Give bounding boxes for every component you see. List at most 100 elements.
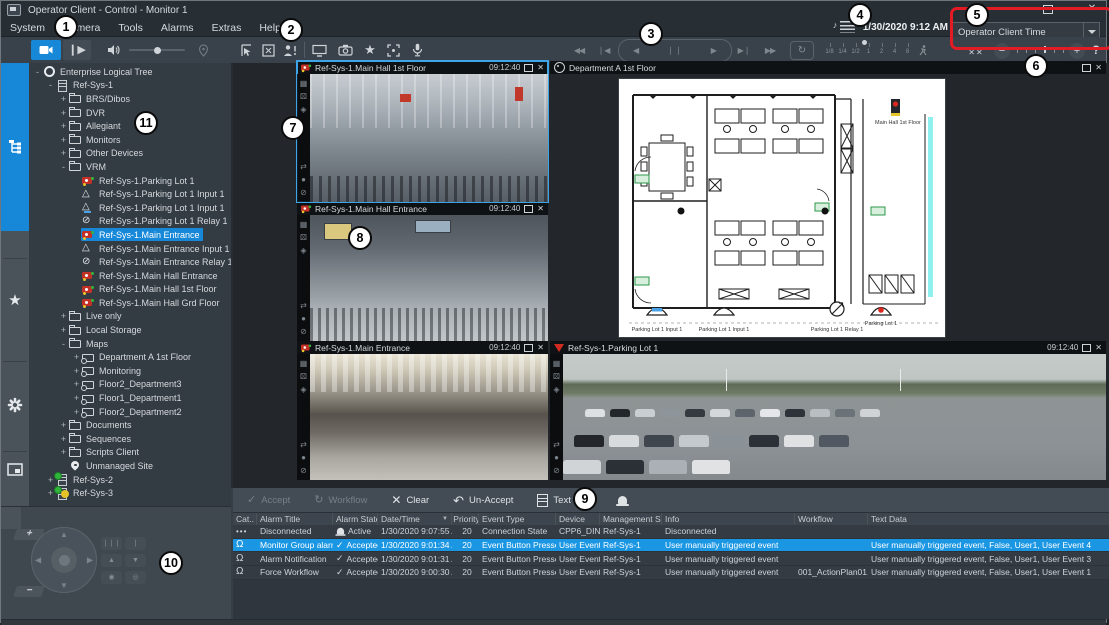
maximize-pane-icon[interactable] bbox=[1082, 343, 1092, 352]
close-pane-icon[interactable]: ✕ bbox=[1095, 63, 1102, 72]
tree-item[interactable]: Ref-Sys-1.Parking Lot 1 Input 1 bbox=[29, 187, 231, 201]
close-all-panes-button[interactable]: ✕✕ bbox=[967, 45, 985, 59]
record-dot-icon[interactable]: ● bbox=[301, 173, 306, 186]
expand-icon[interactable]: + bbox=[59, 94, 68, 104]
expand-icon[interactable]: + bbox=[72, 352, 81, 362]
column-header-event-type[interactable]: Event Type bbox=[479, 513, 556, 525]
iris-open-button[interactable]: ▲ bbox=[101, 554, 122, 567]
mosaic-icon[interactable]: ⚄ bbox=[300, 231, 307, 244]
close-button[interactable]: ✕ bbox=[1084, 3, 1100, 15]
volume-slider[interactable] bbox=[129, 46, 185, 54]
gem-icon[interactable]: ◈ bbox=[300, 383, 306, 396]
column-header-category[interactable]: Cat.. bbox=[233, 513, 257, 525]
mosaic-icon[interactable]: ⚄ bbox=[553, 370, 560, 383]
menu-extras[interactable]: Extras bbox=[203, 19, 251, 36]
mosaic-icon[interactable]: ⚄ bbox=[300, 370, 307, 383]
collapse-icon[interactable]: - bbox=[59, 162, 68, 172]
tree-item[interactable]: + Floor2_Department2 bbox=[29, 405, 231, 419]
favorite-button[interactable]: ★ bbox=[361, 41, 379, 59]
expand-icon[interactable]: + bbox=[59, 108, 68, 118]
maximize-pane-icon[interactable] bbox=[524, 343, 534, 352]
tree-item[interactable]: + Scripts Client bbox=[29, 446, 231, 460]
alarm-row[interactable]: ••• Disconnected Active1/30/2020 9:07:55 A… bbox=[233, 525, 1109, 539]
preset-save-button[interactable]: ◉ bbox=[101, 571, 122, 584]
alarm-row[interactable]: Ω Force Workflow ✓Accepted1/30/2020 9:00:3… bbox=[233, 566, 1109, 580]
speed-marker[interactable] bbox=[862, 40, 867, 45]
column-header-device[interactable]: Device bbox=[556, 513, 600, 525]
intercom-button[interactable] bbox=[408, 41, 426, 59]
ptz-left-icon[interactable]: ◀ bbox=[35, 556, 41, 565]
filter-icon[interactable]: ▼ bbox=[442, 516, 448, 522]
record-dot-icon[interactable]: ● bbox=[301, 312, 306, 325]
pane-count-slider[interactable] bbox=[1017, 46, 1064, 53]
focus-far-button[interactable]: ❘❘❘ bbox=[101, 537, 122, 550]
zoom-out-button[interactable]: − bbox=[13, 585, 45, 597]
expand-icon[interactable]: + bbox=[59, 325, 68, 335]
ptz-right-icon[interactable]: ▶ bbox=[87, 556, 93, 565]
expand-icon[interactable]: + bbox=[72, 379, 81, 389]
tree-item[interactable]: - Enterprise Logical Tree bbox=[29, 65, 231, 79]
playback-mode-button[interactable]: ❙▶ bbox=[63, 40, 91, 60]
alarm-row[interactable]: Ω Alarm Notification ✓Accepted1/30/2020 9:… bbox=[233, 552, 1109, 567]
gem-icon[interactable]: ◈ bbox=[300, 103, 306, 116]
expand-icon[interactable]: + bbox=[59, 420, 68, 430]
audio-button[interactable] bbox=[105, 42, 123, 58]
dewarp-icon[interactable]: ▦ bbox=[553, 357, 561, 370]
tree-item[interactable]: - Maps bbox=[29, 337, 231, 351]
expand-icon[interactable]: + bbox=[59, 135, 68, 145]
image-pane-main-hall-entrance[interactable]: Ref-Sys-1.Main Hall Entrance 09:12:40 ✕ … bbox=[297, 202, 548, 341]
floor-plan[interactable]: Main Hall 1st Floor Parking Lot 1 Input … bbox=[618, 78, 946, 338]
tree-item[interactable]: Ref-Sys-1.Main Hall 1st Floor bbox=[29, 283, 231, 297]
live-mode-button[interactable] bbox=[31, 40, 61, 60]
tree-item[interactable]: + Floor2_Department3 bbox=[29, 378, 231, 392]
accept-alarm-button[interactable]: ✓ Accept bbox=[247, 494, 290, 506]
record-dot-icon[interactable]: ● bbox=[554, 451, 559, 464]
close-pane-icon[interactable]: ✕ bbox=[537, 63, 544, 72]
tree-item[interactable]: + BRS/Dibos bbox=[29, 92, 231, 106]
tree-item[interactable]: + DVR bbox=[29, 106, 231, 120]
hardcopy-button[interactable] bbox=[309, 41, 329, 59]
un-accept-alarm-button[interactable]: ↶ Un-Accept bbox=[453, 494, 513, 507]
menu-tools[interactable]: Tools bbox=[109, 19, 152, 36]
dewarp-icon[interactable]: ▦ bbox=[300, 218, 308, 231]
tree-item[interactable]: Ref-Sys-1.Main Hall Entrance bbox=[29, 269, 231, 283]
mic-muted-icon[interactable]: ⊘ bbox=[300, 186, 307, 199]
menu-alarms[interactable]: Alarms bbox=[152, 19, 203, 36]
maximize-button[interactable] bbox=[1040, 3, 1056, 15]
fast-rewind-button[interactable]: ◀◀ bbox=[567, 42, 591, 58]
tree-item[interactable]: + Allegiant bbox=[29, 119, 231, 133]
step-end-button[interactable]: ▶❘ bbox=[734, 42, 754, 58]
menu-system[interactable]: System bbox=[1, 19, 54, 36]
pause-button[interactable]: ❘❘ bbox=[667, 46, 682, 55]
tree-item[interactable]: + Monitors bbox=[29, 133, 231, 147]
sequence-icon[interactable]: ⇄ bbox=[300, 160, 307, 173]
tree-item[interactable]: Ref-Sys-1.Main Entrance Relay 1 bbox=[29, 255, 231, 269]
more-panes-button[interactable]: + bbox=[1069, 43, 1085, 59]
help-button[interactable]: ? bbox=[1089, 42, 1103, 58]
tree-item[interactable]: + Monitoring bbox=[29, 364, 231, 378]
expand-icon[interactable]: + bbox=[72, 407, 81, 417]
collapse-icon[interactable]: - bbox=[33, 67, 42, 77]
ptz-joystick[interactable]: ▲ ▼ ◀ ▶ bbox=[31, 527, 97, 593]
column-header-workflow[interactable]: Workflow bbox=[795, 513, 868, 525]
expand-icon[interactable]: + bbox=[59, 148, 68, 158]
expand-icon[interactable]: + bbox=[59, 311, 68, 321]
sequence-icon[interactable]: ⇄ bbox=[553, 438, 560, 451]
maximize-pane-icon[interactable] bbox=[524, 204, 534, 213]
column-header-alarm-state[interactable]: Alarm State bbox=[333, 513, 378, 525]
mic-muted-icon[interactable]: ⊘ bbox=[300, 325, 307, 338]
map-pane-department-a[interactable]: Department A 1st Floor ✕ Main Hall 1st F… bbox=[550, 61, 1106, 341]
close-pane-icon[interactable]: ✕ bbox=[537, 204, 544, 213]
workflow-button[interactable]: ↻ Workflow bbox=[314, 494, 367, 506]
map-pin-button[interactable] bbox=[195, 42, 211, 58]
tree-item[interactable]: + Other Devices bbox=[29, 147, 231, 161]
alarm-audio-button[interactable] bbox=[615, 496, 629, 506]
record-dot-icon[interactable]: ● bbox=[301, 451, 306, 464]
collapse-icon[interactable]: - bbox=[46, 80, 55, 90]
expand-icon[interactable]: + bbox=[59, 121, 68, 131]
tree-item[interactable]: + Ref-Sys-2 bbox=[29, 472, 231, 487]
fullscreen-button[interactable] bbox=[259, 41, 277, 59]
expand-icon[interactable]: + bbox=[72, 393, 81, 403]
column-header-alarm-title[interactable]: Alarm Title bbox=[257, 513, 333, 525]
user-alarm-button[interactable] bbox=[281, 41, 299, 59]
